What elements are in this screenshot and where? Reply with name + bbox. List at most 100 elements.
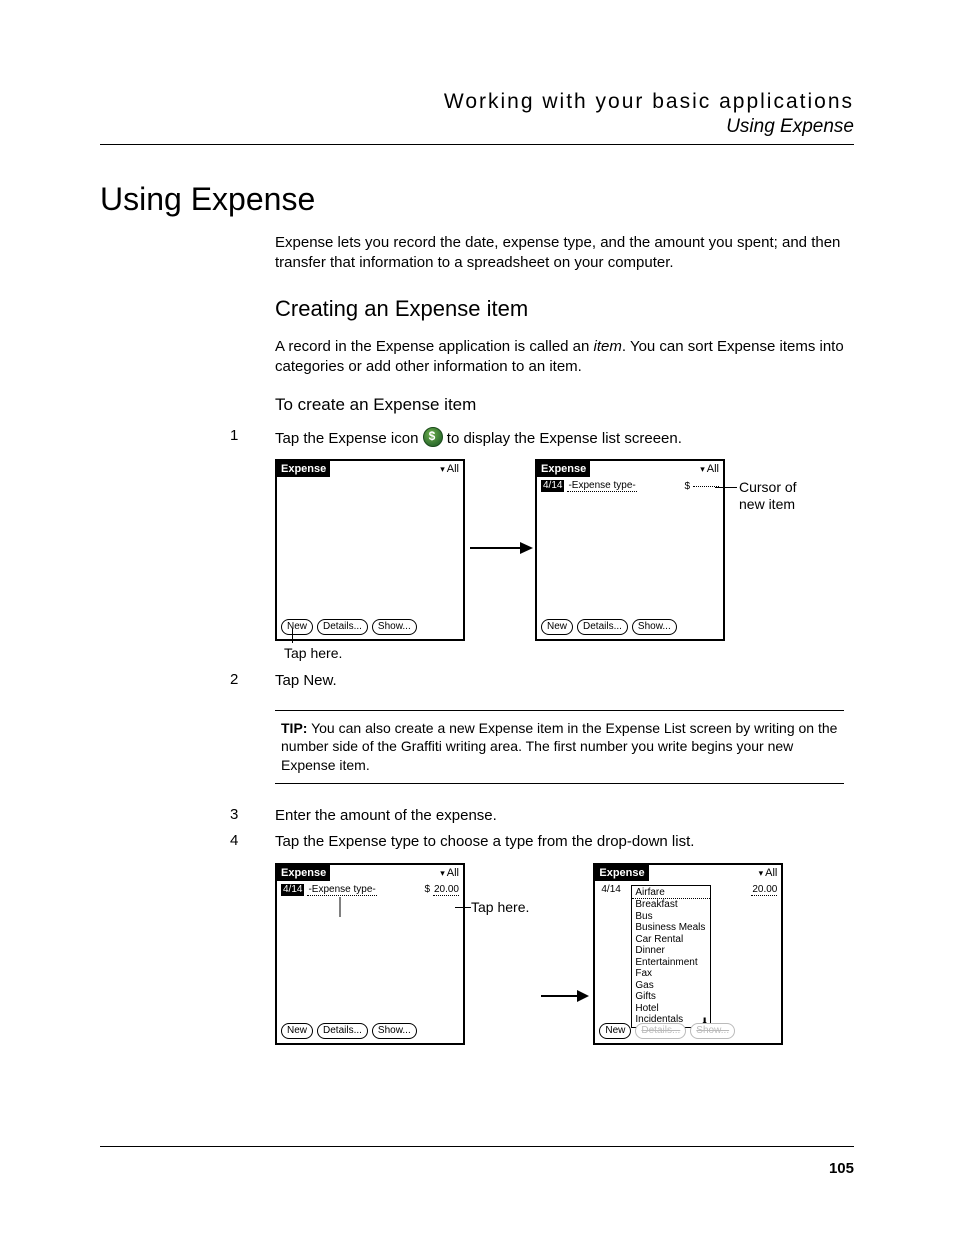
dropdown-item[interactable]: Entertainment xyxy=(632,957,710,969)
step-1: 1 Tap the Expense icon to display the Ex… xyxy=(230,427,844,449)
palm-title: Expense xyxy=(277,865,330,881)
dropdown-item[interactable]: Breakfast xyxy=(632,899,710,911)
palm-show-button[interactable]: Show... xyxy=(372,619,417,635)
footer-rule xyxy=(100,1146,854,1147)
page-number: 105 xyxy=(829,1160,854,1177)
dropdown-item[interactable]: Car Rental xyxy=(632,934,710,946)
step-1-text: Tap the Expense icon to display the Expe… xyxy=(275,427,844,449)
dropdown-item[interactable]: Fax xyxy=(632,968,710,980)
dropdown-item[interactable]: Hotel xyxy=(632,1003,710,1015)
h2-body-italic: item xyxy=(594,338,622,355)
palm-title: Expense xyxy=(537,461,590,477)
arrow-right-icon xyxy=(539,986,589,1011)
callout-tap-here-type: Tap here. xyxy=(471,899,529,915)
palm-screen-with-amount: Expense All 4/14 -Expense type- $ 20.00 … xyxy=(275,863,465,1045)
expense-type-placeholder[interactable]: -Expense type- xyxy=(307,884,376,896)
expense-date: 4/14 xyxy=(281,884,304,896)
header-section: Using Expense xyxy=(100,116,854,138)
palm-buttons: New Details... Show... xyxy=(281,619,417,635)
step-4-number: 4 xyxy=(230,832,275,849)
callout-tap-here-new: Tap here. xyxy=(284,645,854,661)
figure-1: Expense All New Details... Show... Expen… xyxy=(275,459,854,641)
h2-body-a: A record in the Expense application is c… xyxy=(275,338,594,355)
step-2: 2 Tap New. xyxy=(230,671,844,691)
palm-show-button[interactable]: Show... xyxy=(690,1023,735,1039)
expense-amount-entered[interactable]: 20.00 xyxy=(751,884,777,896)
palm-screen-dropdown: Expense All 4/14 20.00 Airfare Breakfast… xyxy=(593,863,783,1045)
palm-body-new: 4/14 -Expense type- $ xyxy=(541,479,719,617)
expense-row[interactable]: 4/14 -Expense type- $ 20.00 xyxy=(281,883,459,897)
intro-paragraph: Expense lets you record the date, expens… xyxy=(275,233,844,274)
palm-show-button[interactable]: Show... xyxy=(632,619,677,635)
palm-details-button[interactable]: Details... xyxy=(317,619,368,635)
heading-2: Creating an Expense item xyxy=(275,296,844,322)
header-rule xyxy=(100,144,854,145)
expense-row[interactable]: 4/14 -Expense type- $ xyxy=(541,479,719,493)
header-chapter: Working with your basic applications xyxy=(100,90,854,114)
palm-body-dropdown: 4/14 20.00 Airfare Breakfast Bus Busines… xyxy=(599,883,777,1021)
palm-details-button[interactable]: Details... xyxy=(635,1023,686,1039)
palm-buttons: New Details... Show... xyxy=(541,619,677,635)
palm-body-empty xyxy=(281,479,459,617)
expense-app-icon xyxy=(423,427,443,447)
palm-category-all[interactable]: All xyxy=(759,867,782,879)
page: Working with your basic applications Usi… xyxy=(0,0,954,1235)
step-3-number: 3 xyxy=(230,806,275,823)
callout-line1: Cursor of xyxy=(739,479,797,495)
figure-2: Expense All 4/14 -Expense type- $ 20.00 … xyxy=(275,863,854,1045)
step-4-text: Tap the Expense type to choose a type fr… xyxy=(275,832,844,852)
expense-amount-entered[interactable]: 20.00 xyxy=(433,884,459,896)
palm-titlebar: Expense All xyxy=(277,865,463,881)
palm-title: Expense xyxy=(277,461,330,477)
palm-show-button[interactable]: Show... xyxy=(372,1023,417,1039)
palm-screen-new-item: Expense All 4/14 -Expense type- $ New De… xyxy=(535,459,725,641)
callout-tap-here-text: Tap here. xyxy=(284,645,342,661)
dropdown-item[interactable]: Dinner xyxy=(632,945,710,957)
dropdown-item[interactable]: Gifts xyxy=(632,991,710,1003)
step-2-number: 2 xyxy=(230,671,275,688)
step-1-number: 1 xyxy=(230,427,275,444)
dropdown-item[interactable]: Airfare xyxy=(632,887,710,900)
tip-label: TIP: xyxy=(281,720,307,736)
callout-tap-here-text: Tap here. xyxy=(471,899,529,915)
palm-buttons: New Details... Show... xyxy=(599,1023,735,1039)
expense-type-placeholder[interactable]: -Expense type- xyxy=(567,480,636,492)
palm-titlebar: Expense All xyxy=(537,461,723,477)
arrow-right-icon xyxy=(465,538,535,563)
step-1-text-b: to display the Expense list screeen. xyxy=(447,430,682,447)
palm-details-button[interactable]: Details... xyxy=(317,1023,368,1039)
callout-line2: new item xyxy=(739,496,795,512)
palm-titlebar: Expense All xyxy=(277,461,463,477)
dropdown-item[interactable]: Bus xyxy=(632,911,710,923)
expense-type-dropdown[interactable]: Airfare Breakfast Bus Business Meals Car… xyxy=(631,885,711,1028)
palm-category-all[interactable]: All xyxy=(440,867,463,879)
tip-box: TIP: You can also create a new Expense i… xyxy=(275,710,844,785)
expense-date: 4/14 xyxy=(599,884,622,895)
heading-1: Using Expense xyxy=(100,181,854,218)
currency-symbol: $ xyxy=(684,481,690,492)
palm-details-button[interactable]: Details... xyxy=(577,619,628,635)
palm-category-all[interactable]: All xyxy=(440,463,463,475)
palm-new-button[interactable]: New xyxy=(281,619,313,635)
palm-titlebar: Expense All xyxy=(595,865,781,881)
heading-3: To create an Expense item xyxy=(275,395,844,415)
dropdown-item[interactable]: Gas xyxy=(632,980,710,992)
palm-body-amount: 4/14 -Expense type- $ 20.00 xyxy=(281,883,459,1021)
callout-cursor-new-item: Cursor of new item xyxy=(739,479,797,513)
expense-date: 4/14 xyxy=(541,480,564,492)
palm-screen-empty: Expense All New Details... Show... xyxy=(275,459,465,641)
step-1-text-a: Tap the Expense icon xyxy=(275,430,423,447)
dropdown-item[interactable]: Business Meals xyxy=(632,922,710,934)
h2-paragraph: A record in the Expense application is c… xyxy=(275,337,844,378)
palm-category-all[interactable]: All xyxy=(700,463,723,475)
palm-new-button[interactable]: New xyxy=(541,619,573,635)
step-3-text: Enter the amount of the expense. xyxy=(275,806,844,826)
palm-new-button[interactable]: New xyxy=(599,1023,631,1039)
palm-new-button[interactable]: New xyxy=(281,1023,313,1039)
running-header: Working with your basic applications Usi… xyxy=(100,90,854,138)
tip-text: You can also create a new Expense item i… xyxy=(281,720,837,774)
step-2-text: Tap New. xyxy=(275,671,844,691)
step-4: 4 Tap the Expense type to choose a type … xyxy=(230,832,844,852)
currency-symbol: $ xyxy=(424,884,430,895)
palm-title: Expense xyxy=(595,865,648,881)
